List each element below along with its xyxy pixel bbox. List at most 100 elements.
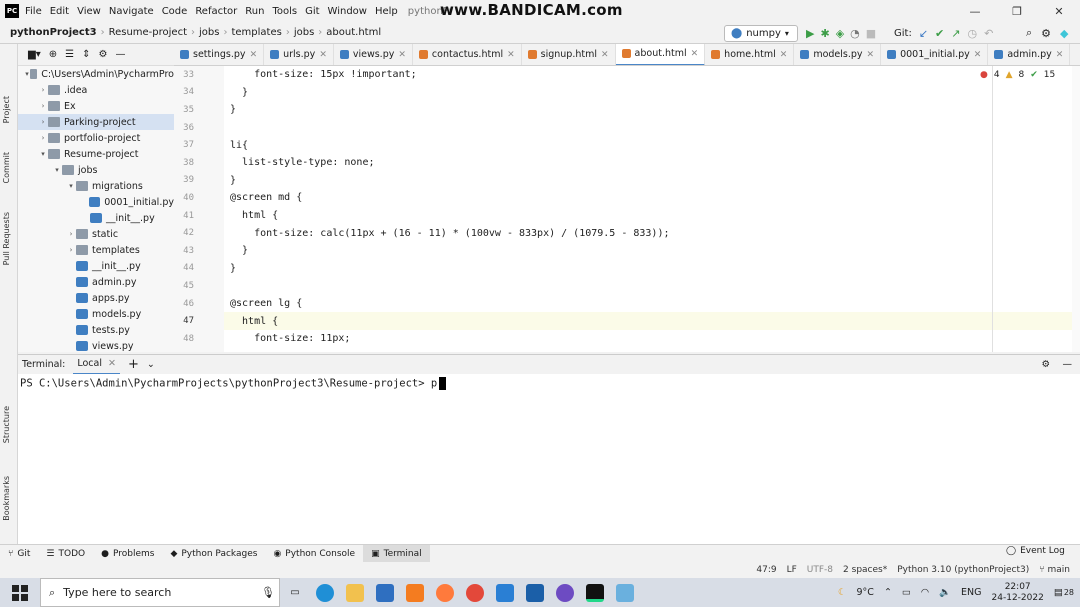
tree-item[interactable]: 0001_initial.py — [18, 194, 174, 210]
menu-item-edit[interactable]: Edit — [50, 6, 69, 17]
editor-tab[interactable]: models.py ✕ — [794, 44, 882, 65]
tree-item[interactable]: views.py — [18, 338, 174, 352]
tree-item[interactable]: › Ex — [18, 98, 174, 114]
python-interpreter[interactable]: Python 3.10 (pythonProject3) — [897, 565, 1029, 575]
editor-tab[interactable]: contactus.html ✕ — [413, 44, 522, 65]
mail-icon[interactable] — [370, 578, 400, 607]
hide-icon[interactable]: — — [115, 49, 125, 60]
menu-item-window[interactable]: Window — [328, 6, 367, 17]
breadcrumb-item[interactable]: about.html — [326, 27, 381, 38]
tool-window-button[interactable]: ◆ Python Packages — [162, 545, 265, 563]
tree-item[interactable]: __init__.py — [18, 258, 174, 274]
github-icon[interactable] — [550, 578, 580, 607]
editor-tab[interactable]: signup.html ✕ — [522, 44, 616, 65]
code-line[interactable]: @screen md { — [224, 189, 1072, 207]
tool-window-button[interactable]: ◉ Python Console — [265, 545, 363, 563]
editor-tab[interactable]: 0001_initial.py ✕ — [881, 44, 989, 65]
close-icon[interactable]: ✕ — [250, 50, 258, 60]
code-line[interactable]: list-style-type: none; — [224, 154, 1072, 172]
xampp-icon[interactable] — [400, 578, 430, 607]
close-icon[interactable]: ✕ — [974, 50, 982, 60]
commit-tool-tab[interactable]: Commit — [2, 152, 11, 183]
tree-item[interactable]: › Parking-project — [18, 114, 174, 130]
chevron-icon[interactable]: › — [66, 246, 76, 254]
menu-item-view[interactable]: View — [77, 6, 101, 17]
tool-window-button[interactable]: ☰ TODO — [38, 545, 93, 563]
breadcrumb-item[interactable]: jobs — [294, 27, 314, 38]
editor-scrollbar[interactable] — [1072, 66, 1080, 352]
notepad-icon[interactable] — [610, 578, 640, 607]
wifi-icon[interactable]: ◠ — [921, 587, 929, 598]
chevron-icon[interactable]: › — [38, 134, 48, 142]
editor-tab[interactable]: about.html ✕ — [615, 44, 706, 65]
menu-item-git[interactable]: Git — [305, 6, 319, 17]
git-commit-icon[interactable]: ✔ — [935, 27, 944, 40]
editor-tab[interactable]: views.py ✕ — [334, 44, 413, 65]
code-line[interactable] — [224, 119, 1072, 137]
editor-tab[interactable]: home.html ✕ — [705, 44, 795, 65]
caret-position[interactable]: 47:9 — [756, 565, 776, 575]
tree-item[interactable]: › portfolio-project — [18, 130, 174, 146]
debug-icon[interactable]: ✱ — [820, 27, 829, 40]
chevron-icon[interactable]: › — [38, 102, 48, 110]
taskbar-search-input[interactable]: ⌕ Type here to search 🎙 — [40, 578, 280, 607]
coverage-icon[interactable]: ◈ — [836, 27, 844, 40]
tree-item[interactable]: tests.py — [18, 322, 174, 338]
code-line[interactable]: } — [224, 101, 1072, 119]
chevron-icon[interactable]: › — [38, 86, 48, 94]
project-view-icon[interactable]: ▆▾ — [28, 49, 41, 60]
tree-item[interactable]: ▾ migrations — [18, 178, 174, 194]
tree-item[interactable]: apps.py — [18, 290, 174, 306]
run-icon[interactable]: ▶ — [806, 27, 814, 40]
breadcrumb-item[interactable]: pythonProject3 — [10, 27, 97, 38]
code-line[interactable]: @screen lg { — [224, 295, 1072, 313]
git-history-icon[interactable]: ◷ — [967, 27, 977, 40]
edge-browser-icon[interactable] — [310, 578, 340, 607]
indent-setting[interactable]: 2 spaces* — [843, 565, 887, 575]
notification-icon[interactable]: ▤ 28 — [1054, 587, 1074, 598]
code-editor[interactable]: font-size: 15px !important; }} li{ list-s… — [224, 66, 1072, 352]
close-icon[interactable]: ✕ — [507, 50, 515, 60]
tool-window-button[interactable]: ⑂ Git — [0, 545, 38, 563]
terminal-input[interactable]: p — [431, 378, 437, 390]
jetbrains-icon[interactable]: ◆ — [1060, 27, 1068, 40]
locate-icon[interactable]: ⊕ — [49, 49, 57, 60]
code-line[interactable]: } — [224, 242, 1072, 260]
pycharm-taskbar-icon[interactable] — [580, 578, 610, 607]
pull-requests-tool-tab[interactable]: Pull Requests — [2, 212, 11, 265]
profile-icon[interactable]: ◔ — [850, 27, 860, 40]
gear-icon[interactable]: ⚙ — [98, 49, 107, 60]
tray-app-icon[interactable]: ▭ — [902, 587, 911, 598]
close-icon[interactable]: ✕ — [319, 50, 327, 60]
menu-item-navigate[interactable]: Navigate — [109, 6, 154, 17]
snipping-tool-icon[interactable] — [430, 578, 460, 607]
maximize-button[interactable]: ❐ — [996, 0, 1038, 22]
breadcrumb-item[interactable]: Resume-project — [109, 27, 187, 38]
close-icon[interactable]: ✕ — [867, 50, 875, 60]
chevron-icon[interactable]: › — [38, 118, 48, 126]
tool-window-button[interactable]: ▣ Terminal — [363, 544, 430, 563]
tree-item[interactable]: admin.py — [18, 274, 174, 290]
run-config-select[interactable]: ⬤ numpy ▾ — [724, 25, 798, 42]
chevron-down-icon[interactable]: ⌄ — [147, 359, 155, 370]
tree-item[interactable]: ▾ jobs — [18, 162, 174, 178]
task-view-icon[interactable]: ▭ — [280, 578, 310, 607]
chrome-browser-icon[interactable] — [460, 578, 490, 607]
code-line[interactable]: } — [224, 172, 1072, 190]
git-push-icon[interactable]: ↗ — [951, 27, 960, 40]
chevron-icon[interactable]: ▾ — [52, 166, 62, 174]
chevron-icon[interactable]: ▾ — [66, 182, 76, 190]
menu-item-run[interactable]: Run — [245, 6, 264, 17]
menu-item-refactor[interactable]: Refactor — [195, 6, 237, 17]
editor-tab[interactable]: urls.py ✕ — [264, 44, 334, 65]
file-encoding[interactable]: UTF-8 — [807, 565, 833, 575]
tree-item[interactable]: › .idea — [18, 82, 174, 98]
close-icon[interactable]: ✕ — [398, 50, 406, 60]
media-player-icon[interactable] — [520, 578, 550, 607]
chevron-up-icon[interactable]: ⌃ — [884, 587, 892, 598]
menu-item-help[interactable]: Help — [375, 6, 398, 17]
close-icon[interactable]: ✕ — [691, 49, 699, 59]
menu-item-tools[interactable]: Tools — [272, 6, 297, 17]
tree-item[interactable]: › static — [18, 226, 174, 242]
git-rollback-icon[interactable]: ↶ — [984, 27, 993, 40]
